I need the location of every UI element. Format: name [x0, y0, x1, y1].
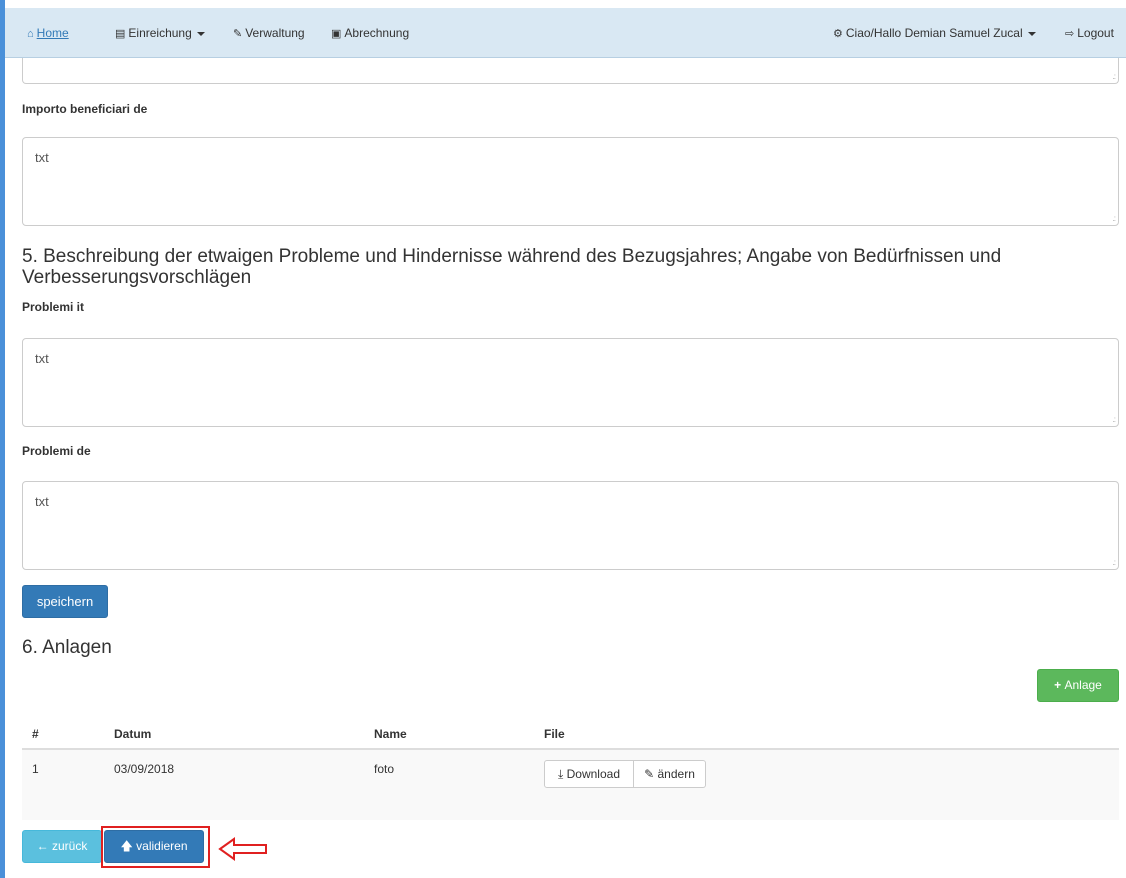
column-header: File [534, 720, 1119, 750]
problemi-it-textarea[interactable]: txt .: [22, 338, 1119, 427]
cell-name: foto [364, 749, 534, 820]
save-button[interactable]: speichern [22, 585, 108, 618]
nav-logout[interactable]: ⇨ Logout [1065, 26, 1114, 40]
cell-number: 1 [22, 749, 104, 820]
nav-user-dropdown[interactable]: ⚙ Ciao/Hallo Demian Samuel Zucal [833, 26, 1036, 40]
nav-abrechnung[interactable]: ▣ Abrechnung [331, 26, 409, 40]
textarea-previous[interactable]: .: [22, 58, 1119, 84]
edit-icon: ✎ [644, 767, 658, 781]
arrow-left-icon: ← [36, 839, 52, 853]
nav-verwaltung[interactable]: ✎ Verwaltung [233, 26, 305, 40]
importo-de-textarea[interactable]: txt .: [22, 137, 1119, 226]
column-header: Name [364, 720, 534, 750]
add-attachment-button[interactable]: + Anlage [1037, 669, 1119, 702]
resize-grip-icon: .: [1112, 72, 1117, 81]
highlight-box [101, 826, 210, 868]
resize-grip-icon: .: [1112, 415, 1117, 424]
book-icon: ▤ [115, 28, 126, 40]
resize-grip-icon: .: [1112, 558, 1117, 567]
attachments-table: # Datum Name File 1 03/09/2018 foto ⤓ Do… [22, 720, 1119, 820]
section-5-heading: 5. Beschreibung der etwaigen Probleme un… [22, 246, 1002, 288]
table-header-row: # Datum Name File [22, 720, 1119, 750]
importo-de-label: Importo beneficiari de [22, 102, 148, 116]
gear-icon: ⚙ [833, 28, 843, 40]
change-file-button[interactable]: ✎ ändern [634, 760, 706, 788]
download-button[interactable]: ⤓ Download [544, 760, 634, 788]
caret-down-icon [1027, 31, 1036, 36]
logout-icon: ⇨ [1065, 28, 1075, 40]
money-icon: ▣ [331, 28, 342, 40]
home-icon: ⌂ [27, 28, 34, 40]
caret-down-icon [196, 31, 205, 36]
pencil-icon: ✎ [233, 28, 243, 40]
column-header: # [22, 720, 104, 750]
cell-file: ⤓ Download ✎ ändern [534, 749, 1119, 820]
column-header: Datum [104, 720, 364, 750]
download-icon: ⤓ [557, 767, 567, 781]
cell-date: 03/09/2018 [104, 749, 364, 820]
top-navbar: ⌂ Home ▤ Einreichung ✎ Verwaltung ▣ Abrechnu… [5, 8, 1126, 58]
left-accent-bar [0, 0, 5, 878]
problemi-de-label: Problemi de [22, 444, 91, 458]
back-button[interactable]: ← zurück [22, 830, 102, 863]
nav-einreichung-dropdown[interactable]: ▤ Einreichung [115, 26, 205, 40]
resize-grip-icon: .: [1112, 214, 1117, 223]
section-6-heading: 6. Anlagen [22, 637, 112, 658]
table-row: 1 03/09/2018 foto ⤓ Download ✎ ändern [22, 749, 1119, 820]
arrow-left-annotation-icon [218, 837, 267, 861]
problemi-it-label: Problemi it [22, 300, 85, 314]
nav-home[interactable]: ⌂ Home [27, 26, 69, 40]
plus-icon: + [1054, 678, 1065, 692]
problemi-de-textarea[interactable]: txt .: [22, 481, 1119, 570]
